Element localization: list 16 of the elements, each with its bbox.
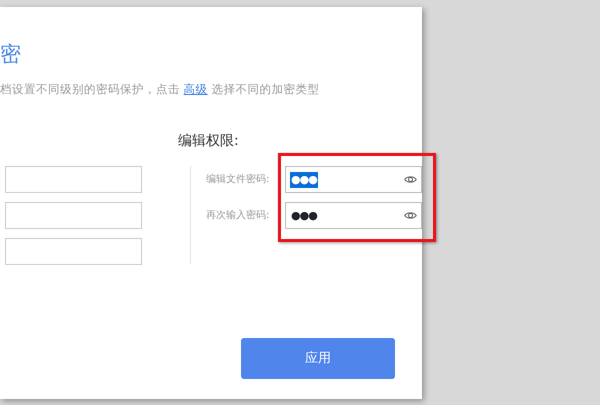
apply-button[interactable]: 应用 [241, 338, 395, 380]
advanced-link[interactable]: 高级 [184, 82, 208, 96]
eye-icon[interactable] [404, 175, 417, 184]
password-dots: ●●● [290, 208, 318, 224]
password-field[interactable]: ●●● [285, 166, 422, 194]
input-field[interactable] [5, 166, 142, 194]
dialog-title: 密 [0, 41, 22, 67]
password-field[interactable]: ●●● [285, 202, 422, 230]
field-label: 编辑文件密码: [206, 172, 270, 188]
password-dots: ●●● [290, 172, 318, 188]
eye-icon[interactable] [404, 211, 417, 220]
field-label: 再次输入密码: [206, 208, 270, 224]
input-field[interactable] [5, 202, 142, 230]
permission-heading: 编辑权限: [178, 132, 240, 152]
description-text: 档设置不同级别的密码保护，点击 高级 选择不同的加密类型 [0, 81, 320, 98]
input-field[interactable] [5, 238, 142, 266]
